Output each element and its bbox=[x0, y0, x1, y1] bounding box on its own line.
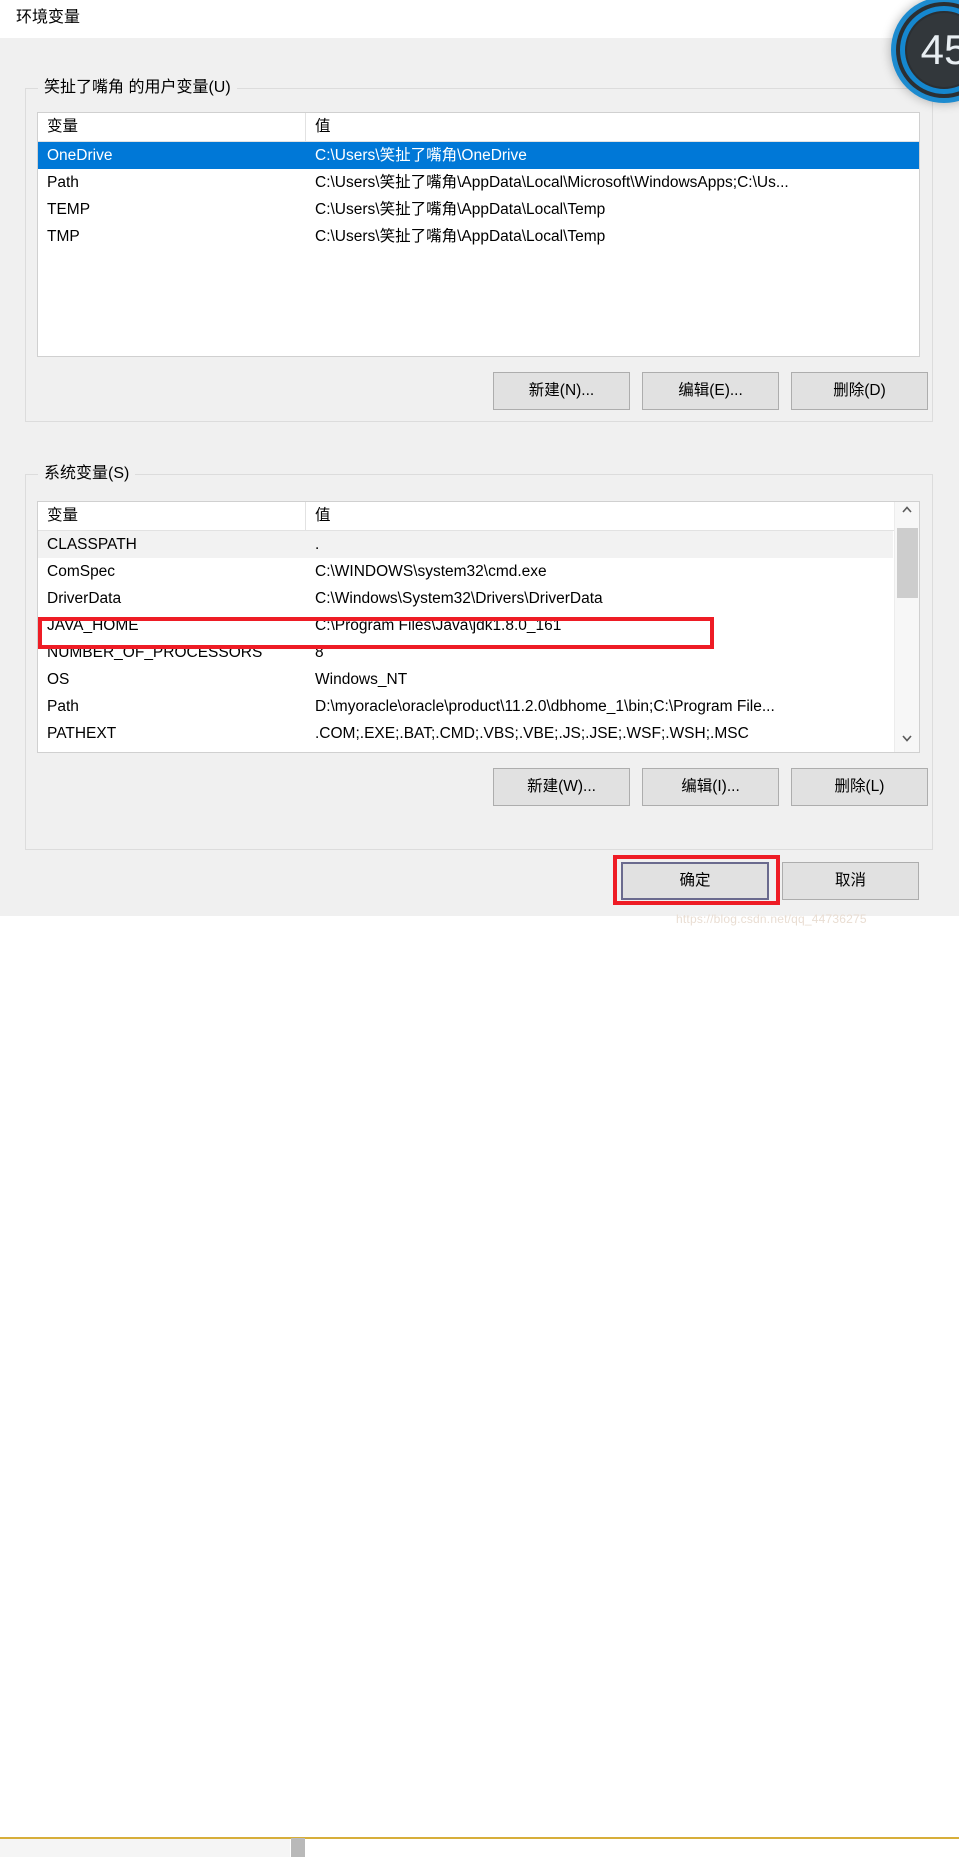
variable-name-cell: DriverData bbox=[47, 590, 122, 607]
user-edit-button[interactable]: 编辑(E)... bbox=[642, 372, 779, 410]
table-row[interactable]: CLASSPATH. bbox=[38, 531, 893, 558]
table-row[interactable]: JAVA_HOME C:\Program Files\Java\jdk1.8.0_… bbox=[38, 612, 893, 639]
recorder-badge: 45 bbox=[896, 2, 959, 98]
user-variables-list[interactable]: 变量 值 OneDrive C:\Users\笑扯了嘴角\OneDrive Path… bbox=[37, 112, 920, 357]
system-edit-button[interactable]: 编辑(I)... bbox=[642, 768, 779, 806]
cancel-button[interactable]: 取消 bbox=[782, 862, 919, 900]
dialog-title: 环境变量 bbox=[16, 9, 81, 26]
variable-value-cell: C:\WINDOWS\system32\cmd.exe bbox=[315, 563, 547, 580]
table-row[interactable]: PATHEXT .COM;.EXE;.BAT;.CMD;.VBS;.VBE;.JS… bbox=[38, 720, 893, 747]
dialog-title-bar: 环境变量 bbox=[0, 0, 959, 38]
strip-lower-panel bbox=[0, 1839, 290, 1857]
variable-value-cell: 8 bbox=[315, 644, 324, 661]
variable-value-cell: C:\Program Files\Java\jdk1.8.0_161 bbox=[315, 617, 562, 634]
gold-divider-line bbox=[0, 1837, 959, 1839]
table-row[interactable]: DriverData C:\Windows\System32\Drivers\Dr… bbox=[38, 585, 893, 612]
variable-value-cell: .COM;.EXE;.BAT;.CMD;.VBS;.VBE;.JS;.JSE;.… bbox=[315, 725, 749, 742]
system-list-rows: CLASSPATH. ComSpec C:\WINDOWS\system32\cmd… bbox=[38, 531, 893, 752]
user-variables-group: 笑扯了嘴角 的用户变量(U) 变量 值 OneDrive C:\Users\笑扯了… bbox=[25, 77, 933, 422]
table-row[interactable]: TEMP C:\Users\笑扯了嘴角\AppData\Local\Temp bbox=[38, 196, 919, 223]
variable-name-cell: CLASSPATH bbox=[47, 536, 137, 553]
badge-number: 45 bbox=[920, 26, 959, 73]
variable-name-cell: PATHEXT bbox=[47, 725, 117, 742]
table-row[interactable]: TMP C:\Users\笑扯了嘴角\AppData\Local\Temp bbox=[38, 223, 919, 250]
variable-name-cell: JAVA_HOME bbox=[47, 617, 139, 634]
table-row[interactable]: NUMBER_OF_PROCESSORS 8 bbox=[38, 639, 893, 666]
system-list-scrollbar[interactable] bbox=[894, 502, 919, 752]
variable-value-cell: Windows_NT bbox=[315, 671, 408, 688]
scrollbar-thumb[interactable] bbox=[897, 528, 918, 598]
variable-value-cell: D:\myoracle\oracle\product\11.2.0\dbhome… bbox=[315, 698, 775, 715]
user-col-name[interactable]: 变量 bbox=[38, 113, 306, 141]
user-delete-button[interactable]: 删除(D) bbox=[791, 372, 928, 410]
variable-name-cell: Path bbox=[47, 698, 79, 715]
variable-name-cell: OneDrive bbox=[47, 147, 113, 164]
system-variables-group: 系统变量(S) 变量 值 CLASSPATH. ComSpec C:\WINDOWS… bbox=[25, 463, 933, 850]
system-variables-legend: 系统变量(S) bbox=[38, 463, 136, 485]
user-list-header: 变量 值 bbox=[38, 113, 919, 142]
variable-value-cell: C:\Users\笑扯了嘴角\AppData\Local\Microsoft\W… bbox=[315, 174, 789, 191]
variable-name-cell: Path bbox=[47, 174, 79, 191]
variable-value-cell: C:\Windows\System32\Drivers\DriverData bbox=[315, 590, 603, 607]
dialog-body: 笑扯了嘴角 的用户变量(U) 变量 值 OneDrive C:\Users\笑扯了… bbox=[0, 38, 959, 916]
system-col-name[interactable]: 变量 bbox=[38, 502, 306, 530]
system-list-header: 变量 值 bbox=[38, 502, 919, 531]
variable-value-cell: C:\Users\笑扯了嘴角\AppData\Local\Temp bbox=[315, 228, 606, 245]
variable-value-cell: C:\Users\笑扯了嘴角\OneDrive bbox=[315, 147, 527, 164]
user-col-value[interactable]: 值 bbox=[306, 113, 919, 141]
system-col-value[interactable]: 值 bbox=[306, 502, 919, 530]
ok-button[interactable]: 确定 bbox=[621, 862, 769, 900]
table-row[interactable]: OS Windows_NT bbox=[38, 666, 893, 693]
user-variables-legend: 笑扯了嘴角 的用户变量(U) bbox=[38, 77, 237, 99]
chevron-up-icon[interactable] bbox=[895, 502, 919, 524]
table-row[interactable]: ComSpec C:\WINDOWS\system32\cmd.exe bbox=[38, 558, 893, 585]
table-row[interactable]: Path C:\Users\笑扯了嘴角\AppData\Local\Microso… bbox=[38, 169, 919, 196]
variable-name-cell: TMP bbox=[47, 228, 80, 245]
system-delete-button[interactable]: 删除(L) bbox=[791, 768, 928, 806]
environment-variables-dialog: 环境变量 笑扯了嘴角 的用户变量(U) 变量 值 OneDrive C:\User… bbox=[0, 0, 959, 1857]
user-list-rows: OneDrive C:\Users\笑扯了嘴角\OneDrive Path C:\Us… bbox=[38, 142, 919, 356]
table-row[interactable]: OneDrive C:\Users\笑扯了嘴角\OneDrive bbox=[38, 142, 919, 169]
variable-value-cell: . bbox=[315, 536, 320, 553]
user-new-button[interactable]: 新建(N)... bbox=[493, 372, 630, 410]
variable-value-cell: C:\Users\笑扯了嘴角\AppData\Local\Temp bbox=[315, 201, 606, 218]
variable-name-cell: NUMBER_OF_PROCESSORS bbox=[47, 644, 263, 661]
strip-scroll-nub bbox=[291, 1838, 305, 1857]
system-variables-list[interactable]: 变量 值 CLASSPATH. ComSpec C:\WINDOWS\system3… bbox=[37, 501, 920, 753]
variable-name-cell: TEMP bbox=[47, 201, 91, 218]
variable-name-cell: ComSpec bbox=[47, 563, 116, 580]
system-new-button[interactable]: 新建(W)... bbox=[493, 768, 630, 806]
variable-name-cell: OS bbox=[47, 671, 70, 688]
watermark-text: https://blog.csdn.net/qq_44736275 bbox=[676, 912, 867, 926]
table-row[interactable]: Path D:\myoracle\oracle\product\11.2.0\db… bbox=[38, 693, 893, 720]
chevron-down-icon[interactable] bbox=[895, 730, 919, 752]
